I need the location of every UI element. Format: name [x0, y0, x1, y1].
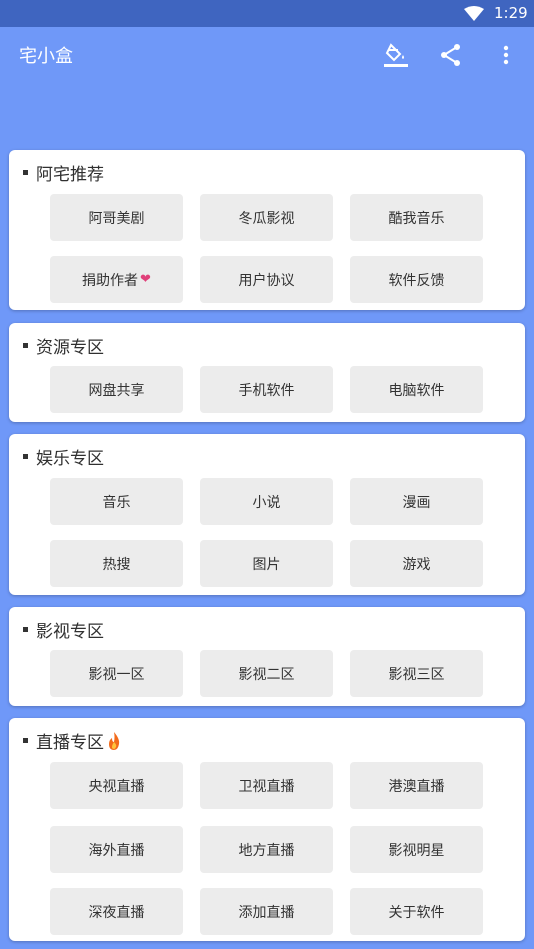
button-label: 海外直播 [88, 842, 145, 859]
button-label: 热搜 [102, 556, 131, 573]
button-ageme-drama[interactable]: 阿哥美剧 [50, 194, 183, 241]
section-title: 资源专区 [23, 333, 104, 358]
share-icon[interactable] [437, 41, 465, 69]
button-hot-search[interactable]: 热搜 [50, 540, 183, 587]
heart-icon: ❤ [140, 272, 151, 287]
wifi-icon [464, 6, 484, 21]
button-user-agreement[interactable]: 用户协议 [200, 256, 333, 303]
button-label: 添加直播 [238, 904, 295, 921]
button-late-night-live[interactable]: 深夜直播 [50, 888, 183, 935]
button-donate[interactable]: 捐助作者 ❤ [50, 256, 183, 303]
button-video-zone-1[interactable]: 影视一区 [50, 650, 183, 697]
section-card-resources: 资源专区 网盘共享 手机软件 电脑软件 [9, 323, 525, 422]
button-movie-stars[interactable]: 影视明星 [350, 826, 483, 873]
button-music[interactable]: 音乐 [50, 478, 183, 525]
button-label: 影视二区 [238, 666, 295, 683]
button-mobile-software[interactable]: 手机软件 [200, 366, 333, 413]
button-label: 图片 [252, 556, 281, 573]
button-label: 卫视直播 [238, 778, 295, 795]
status-bar: 1:29 [0, 0, 534, 27]
button-label: 游戏 [402, 556, 431, 573]
button-label: 用户协议 [238, 272, 295, 289]
button-label: 关于软件 [388, 904, 445, 921]
button-hk-macau-live[interactable]: 港澳直播 [350, 762, 483, 809]
more-vert-icon[interactable] [492, 41, 520, 69]
button-about-software[interactable]: 关于软件 [350, 888, 483, 935]
button-label: 港澳直播 [388, 778, 445, 795]
button-video-zone-3[interactable]: 影视三区 [350, 650, 483, 697]
button-label: 手机软件 [238, 382, 295, 399]
section-title-text: 阿宅推荐 [36, 165, 104, 185]
button-comics[interactable]: 漫画 [350, 478, 483, 525]
bullet-icon [23, 454, 28, 459]
section-title: 娱乐专区 [23, 444, 104, 469]
section-card-recommend: 阿宅推荐 阿哥美剧 冬瓜影视 酷我音乐 捐助作者 ❤ 用户协议 软件反馈 [9, 150, 525, 310]
button-label: 影视一区 [88, 666, 145, 683]
bullet-icon [23, 343, 28, 348]
section-title-text: 直播专区 [36, 733, 104, 753]
button-games[interactable]: 游戏 [350, 540, 483, 587]
button-local-live[interactable]: 地方直播 [200, 826, 333, 873]
button-label: 酷我音乐 [388, 210, 445, 227]
button-label: 音乐 [102, 494, 131, 511]
button-label: 漫画 [402, 494, 431, 511]
app-bar: 宅小盒 [0, 27, 534, 83]
button-label: 网盘共享 [88, 382, 145, 399]
app-title: 宅小盒 [19, 46, 73, 67]
button-label: 电脑软件 [388, 382, 445, 399]
section-title-text: 资源专区 [36, 338, 104, 358]
button-kuwo-music[interactable]: 酷我音乐 [350, 194, 483, 241]
button-pictures[interactable]: 图片 [200, 540, 333, 587]
button-cctv-live[interactable]: 央视直播 [50, 762, 183, 809]
button-label: 冬瓜影视 [238, 210, 295, 227]
section-card-live: 直播专区 央视直播 卫视直播 港澳直播 海外直播 地方直播 影视明星 深夜直播 … [9, 718, 525, 941]
button-add-live[interactable]: 添加直播 [200, 888, 333, 935]
status-time: 1:29 [494, 4, 528, 22]
button-video-zone-2[interactable]: 影视二区 [200, 650, 333, 697]
button-label: 阿哥美剧 [88, 210, 145, 227]
button-label: 捐助作者 [82, 272, 139, 289]
button-label: 影视三区 [388, 666, 445, 683]
bullet-icon [23, 627, 28, 632]
button-label: 软件反馈 [388, 272, 445, 289]
section-card-video: 影视专区 影视一区 影视二区 影视三区 [9, 607, 525, 706]
button-satellite-live[interactable]: 卫视直播 [200, 762, 333, 809]
fire-icon [109, 731, 120, 750]
button-label: 地方直播 [238, 842, 295, 859]
button-overseas-live[interactable]: 海外直播 [50, 826, 183, 873]
button-pc-software[interactable]: 电脑软件 [350, 366, 483, 413]
section-title-text: 娱乐专区 [36, 449, 104, 469]
section-title: 直播专区 [23, 728, 122, 753]
section-card-entertainment: 娱乐专区 音乐 小说 漫画 热搜 图片 游戏 [9, 434, 525, 595]
button-dongua-video[interactable]: 冬瓜影视 [200, 194, 333, 241]
button-novel[interactable]: 小说 [200, 478, 333, 525]
section-title: 阿宅推荐 [23, 160, 104, 185]
section-title: 影视专区 [23, 617, 104, 642]
button-feedback[interactable]: 软件反馈 [350, 256, 483, 303]
button-label: 深夜直播 [88, 904, 145, 921]
button-label: 小说 [252, 494, 281, 511]
button-label: 央视直播 [88, 778, 145, 795]
bullet-icon [23, 738, 28, 743]
button-label: 影视明星 [388, 842, 445, 859]
paint-bucket-icon[interactable] [382, 41, 410, 69]
bullet-icon [23, 170, 28, 175]
section-title-text: 影视专区 [36, 622, 104, 642]
button-netdisk-share[interactable]: 网盘共享 [50, 366, 183, 413]
